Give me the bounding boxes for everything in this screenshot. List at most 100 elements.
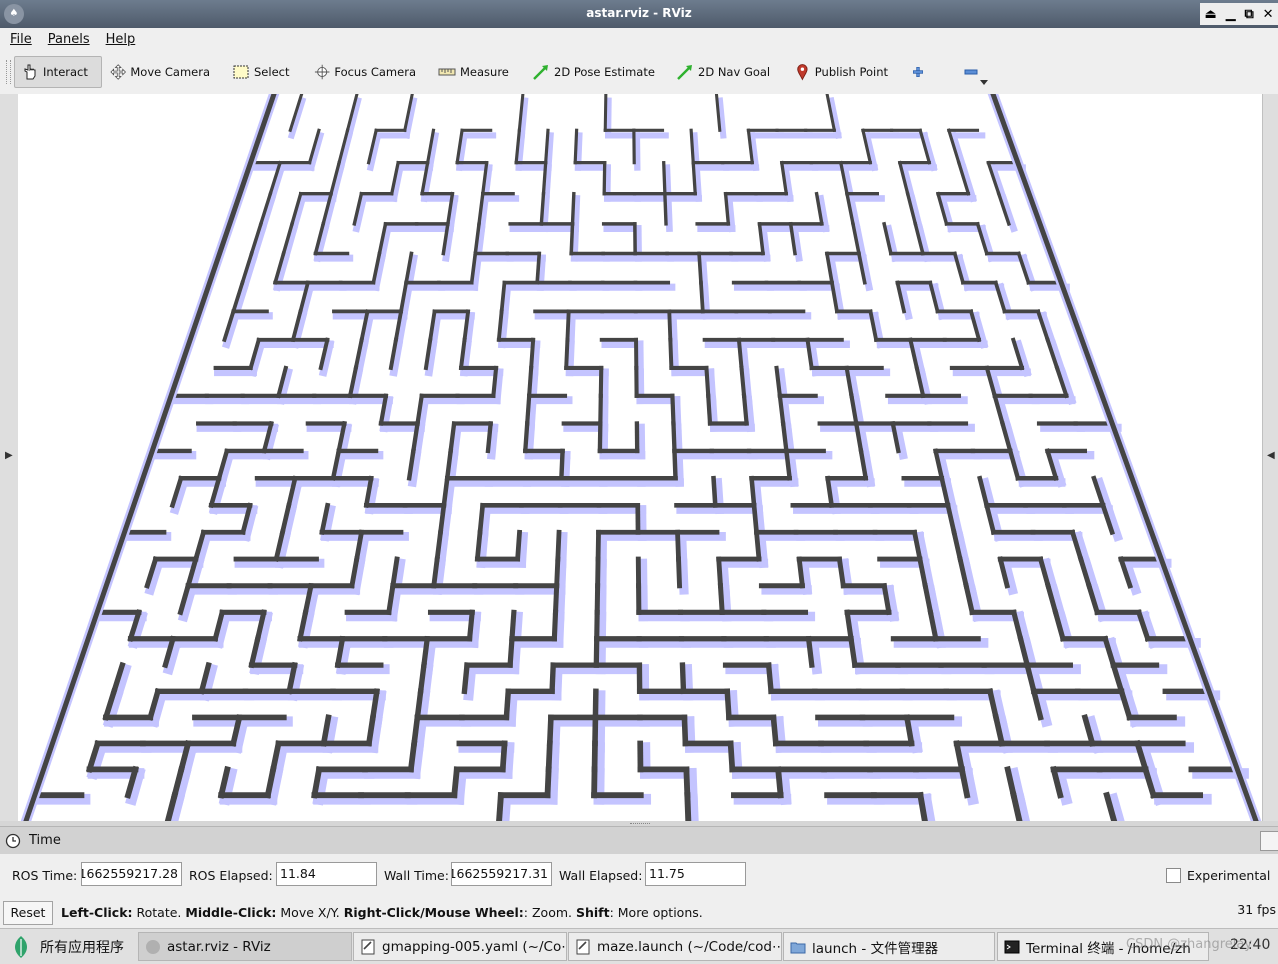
rviz-icon — [145, 939, 161, 955]
focus-camera-icon — [314, 63, 330, 81]
maze-wall — [464, 665, 467, 691]
expand-right-arrow-icon[interactable]: ▶ — [5, 450, 13, 461]
experimental-checkbox[interactable] — [1166, 868, 1181, 883]
maze-wall — [757, 532, 759, 559]
desktop-taskbar: 所有应用程序 astar.rviz - RViz gmapping-005.ya… — [0, 928, 1278, 964]
menu-help[interactable]: Help — [106, 32, 136, 47]
measure-tool-button[interactable]: Measure — [432, 56, 516, 88]
maze-wall — [744, 396, 747, 424]
maze-wall — [525, 423, 527, 450]
minimize-icon[interactable]: ▁ — [1226, 7, 1236, 22]
reset-button[interactable]: Reset — [3, 901, 53, 925]
maze-wall — [720, 586, 722, 613]
maximize-icon[interactable]: ⧉ — [1244, 7, 1253, 22]
fps-counter: 31 fps — [1237, 902, 1276, 917]
maze-wall — [504, 799, 506, 821]
toolbar-grip[interactable] — [6, 60, 11, 84]
left-dock-collapsed[interactable]: ▶ — [0, 94, 19, 821]
folder-icon — [790, 939, 806, 955]
maze-wall — [567, 311, 568, 339]
experimental-label: Experimental — [1187, 868, 1270, 883]
maze-wall — [674, 451, 675, 478]
task-label: astar.rviz - RViz — [167, 939, 271, 955]
hint-left-val: Rotate. — [133, 905, 186, 920]
wall-elapsed-field[interactable]: 11.75 — [645, 862, 746, 886]
maze-wall — [799, 559, 802, 586]
ros-time-field[interactable]: 1662559217.28 — [81, 862, 182, 886]
ros-elapsed-field[interactable]: 11.84 — [276, 862, 377, 886]
maze-wall — [778, 769, 780, 795]
maze-wall — [668, 198, 669, 228]
maze-wall — [993, 94, 1256, 821]
map-pin-icon — [794, 63, 811, 81]
maze-wall — [414, 717, 417, 743]
maze-wall — [692, 799, 693, 821]
hint-middle-key: Middle-Click: — [185, 905, 276, 920]
maze-wall — [512, 612, 514, 638]
task-maze-launch[interactable]: maze.launch (~/Code/cod⋯ — [568, 932, 782, 961]
render-viewport[interactable] — [18, 94, 1262, 821]
maze-wall — [676, 400, 677, 428]
maze-wall — [550, 717, 551, 743]
maze-wall — [809, 639, 812, 665]
pose-estimate-tool-button[interactable]: 2D Pose Estimate — [526, 56, 662, 88]
dropdown-arrow-icon[interactable] — [980, 78, 988, 86]
maze-wall — [437, 532, 440, 559]
maze-wall — [503, 743, 505, 769]
publish-point-label: Publish Point — [815, 65, 888, 79]
maze-wall — [556, 586, 557, 613]
close-icon[interactable]: ✕ — [1263, 7, 1274, 22]
expand-left-arrow-icon[interactable]: ◀ — [1267, 450, 1275, 461]
maze-wall — [678, 532, 679, 559]
hint-right-key: Right-Click/Mouse Wheel: — [344, 905, 524, 920]
maze-map-render[interactable] — [18, 94, 1262, 821]
maze-wall — [727, 691, 729, 717]
maze-wall — [548, 769, 549, 795]
menu-file[interactable]: File — [10, 32, 32, 47]
maze-wall — [531, 340, 533, 368]
minus-icon — [962, 63, 980, 81]
maze-wall — [719, 559, 721, 586]
task-gmapping-yaml[interactable]: gmapping-005.yaml (~/Co⋯ — [353, 932, 567, 961]
menu-panels[interactable]: Panels — [48, 32, 90, 47]
interact-tool-button[interactable]: Interact — [14, 56, 102, 88]
status-bar: Reset Left-Click: Rotate. Middle-Click: … — [0, 898, 1278, 928]
focus-camera-tool-button[interactable]: Focus Camera — [308, 56, 422, 88]
maze-wall — [773, 717, 775, 743]
maze-wall — [686, 769, 687, 795]
nav-goal-tool-button[interactable]: 2D Nav Goal — [670, 56, 778, 88]
task-file-manager[interactable]: launch - 文件管理器 — [783, 932, 995, 961]
wall-elapsed-label: Wall Elapsed: — [559, 868, 642, 883]
maze-wall — [510, 639, 512, 665]
select-tool-button[interactable]: Select — [226, 56, 300, 88]
mouse-hint-text: Left-Click: Rotate. Middle-Click: Move X… — [61, 905, 703, 920]
maze-wall — [679, 559, 680, 586]
maze-wall — [731, 743, 733, 769]
publish-point-tool-button[interactable]: Publish Point — [788, 56, 894, 88]
remove-tool-button[interactable] — [956, 56, 992, 88]
maze-wall — [669, 311, 670, 339]
maze-wall — [529, 368, 531, 396]
splitter-handle[interactable] — [630, 823, 650, 827]
clock: 22:40 — [1230, 937, 1270, 953]
task-rviz[interactable]: astar.rviz - RViz — [138, 932, 352, 961]
apps-menu-button[interactable]: 所有应用程序 — [4, 932, 134, 961]
maze-wall — [454, 769, 457, 795]
window-titlebar[interactable]: ♠ astar.rviz - RViz ⏏ ▁ ⧉ ✕ — [0, 0, 1278, 28]
task-label: gmapping-005.yaml (~/Co⋯ — [382, 939, 567, 955]
apps-menu-leaf-icon — [10, 935, 32, 959]
maze-wall — [684, 717, 685, 743]
maze-wall — [703, 258, 705, 287]
hint-left-key: Left-Click: — [61, 905, 133, 920]
right-dock-collapsed[interactable]: ◀ — [1262, 94, 1278, 821]
add-tool-button[interactable] — [906, 56, 934, 88]
maze-wall — [605, 94, 606, 130]
wall-time-field[interactable]: 1662559217.31 — [451, 862, 552, 886]
eject-icon[interactable]: ⏏ — [1204, 7, 1216, 22]
panel-float-button[interactable] — [1260, 831, 1278, 851]
maze-wall — [670, 340, 671, 368]
move-camera-tool-button[interactable]: Move Camera — [104, 56, 216, 88]
maze-wall — [527, 396, 529, 424]
maze-wall — [558, 532, 559, 559]
interact-label: Interact — [43, 65, 88, 79]
